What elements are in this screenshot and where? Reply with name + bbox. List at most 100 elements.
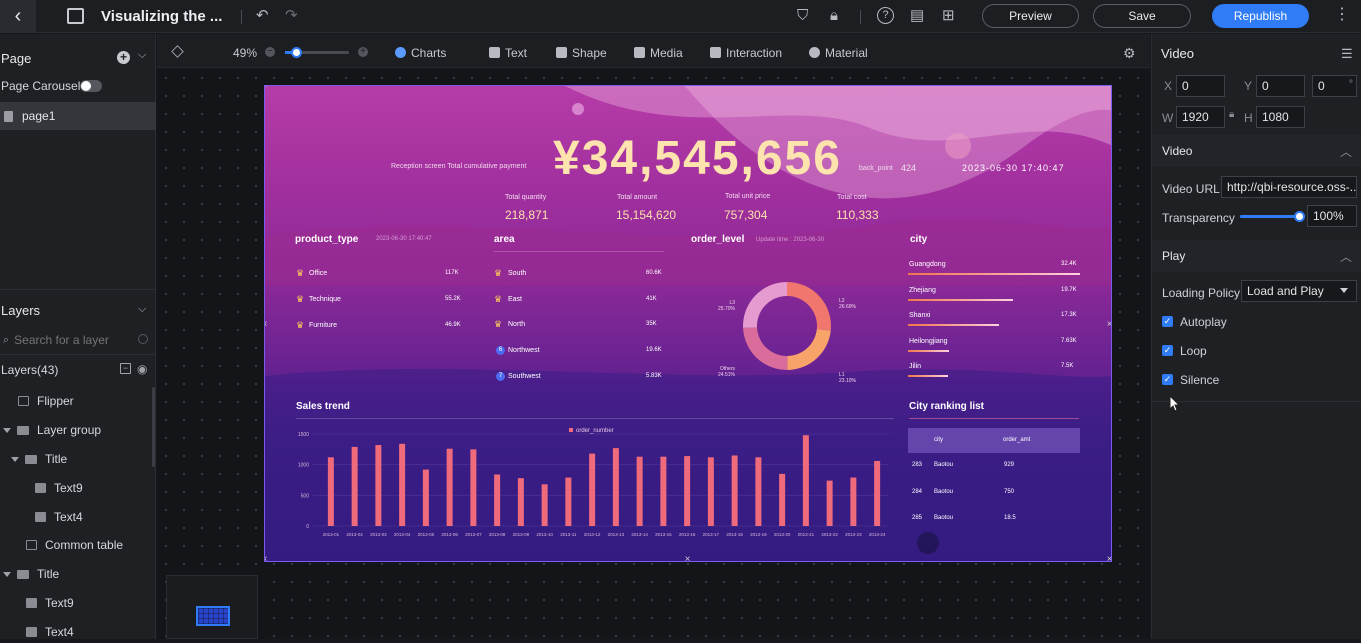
- resize-handle[interactable]: ×: [265, 320, 268, 330]
- transparency-slider-handle[interactable]: [1294, 211, 1305, 222]
- resize-handle[interactable]: ×: [265, 86, 268, 91]
- ranking-amount: 929: [1004, 462, 1015, 468]
- layers-icon[interactable]: [171, 45, 184, 58]
- save-button[interactable]: Save: [1093, 4, 1191, 28]
- layer-item[interactable]: Text9: [0, 477, 152, 499]
- zoom-in-icon[interactable]: +: [358, 47, 368, 57]
- toolbar-label: Interaction: [726, 46, 783, 60]
- resize-handle[interactable]: ×: [1106, 555, 1111, 562]
- layer-group-item[interactable]: Title: [0, 448, 152, 470]
- loading-icon: [138, 334, 148, 344]
- expand-caret-icon[interactable]: [3, 571, 11, 577]
- eye-icon[interactable]: ◉: [137, 362, 147, 376]
- divider: [241, 10, 242, 24]
- x-tick-label: 2013-05: [418, 532, 435, 537]
- loop-checkbox[interactable]: ✓: [1162, 345, 1173, 356]
- transparency-input[interactable]: 100%: [1307, 205, 1357, 227]
- toolbar-media[interactable]: Media: [634, 46, 683, 60]
- zoom-out-icon[interactable]: −: [265, 47, 275, 57]
- help-icon[interactable]: ?: [877, 7, 894, 24]
- bar: [850, 477, 857, 526]
- layer-group-item[interactable]: Layer group: [0, 419, 152, 441]
- page-item-page1[interactable]: page1: [0, 102, 156, 130]
- city-value: 7.5K: [1061, 363, 1074, 369]
- document-settings-icon[interactable]: ▤: [910, 8, 924, 24]
- degree-symbol: °: [1349, 79, 1353, 90]
- city-value: 7.63K: [1061, 337, 1077, 344]
- rotation-input[interactable]: 0 °: [1312, 75, 1357, 97]
- ranking-city: Baotou: [934, 462, 954, 468]
- autoplay-checkbox[interactable]: ✓: [1162, 316, 1173, 327]
- dashboard-video-canvas[interactable]: Reception screen Total cumulative paymen…: [264, 85, 1112, 562]
- layer-item[interactable]: Common table: [0, 534, 152, 556]
- resize-handle[interactable]: ×: [1106, 320, 1111, 330]
- resize-handle[interactable]: ×: [265, 555, 268, 562]
- layer-item[interactable]: Text4: [0, 506, 152, 528]
- panel-title: Video: [1161, 46, 1195, 61]
- x-input[interactable]: 0: [1176, 75, 1225, 97]
- preview-button[interactable]: Preview: [982, 4, 1079, 28]
- video-url-input[interactable]: http://qbi-resource.oss-...: [1221, 176, 1357, 198]
- minimap-viewport[interactable]: [196, 606, 230, 626]
- resize-handle[interactable]: ×: [684, 555, 691, 562]
- loading-policy-select[interactable]: Load and Play: [1241, 280, 1357, 302]
- folder-icon: [25, 454, 37, 464]
- collapse-all-icon[interactable]: −: [120, 363, 131, 374]
- layers-scrollbar[interactable]: [152, 387, 155, 467]
- page-carousel-label: Page Carousel: [1, 79, 81, 93]
- zoom-slider[interactable]: [285, 47, 349, 58]
- chevron-down-icon[interactable]: ⌵: [138, 49, 146, 62]
- layer-item[interactable]: Flipper: [0, 390, 152, 412]
- layer-item[interactable]: Text4: [0, 621, 152, 643]
- chevron-down-icon[interactable]: ⌵: [138, 303, 146, 316]
- y-input[interactable]: 0: [1256, 75, 1305, 97]
- zoom-slider-handle[interactable]: [291, 47, 302, 58]
- toolbar-text[interactable]: Text: [489, 46, 527, 60]
- grid-settings-icon[interactable]: ⊞: [942, 8, 955, 24]
- x-tick-label: 2013-21: [798, 532, 815, 537]
- shield-icon[interactable]: ⛉: [797, 8, 808, 24]
- y-tick-label: 500: [301, 493, 310, 499]
- expand-caret-icon[interactable]: [3, 427, 11, 433]
- city-ranking-title: City ranking list: [909, 401, 985, 412]
- w-input[interactable]: 1920: [1176, 106, 1225, 128]
- lock-icon[interactable]: 🔒︎: [830, 8, 838, 24]
- redo-icon[interactable]: ↷: [285, 8, 298, 24]
- add-page-icon[interactable]: +: [117, 51, 130, 64]
- expand-caret-icon[interactable]: [11, 456, 19, 462]
- x-tick-label: 2013-03: [370, 532, 387, 537]
- toolbar-label: Material: [825, 46, 868, 60]
- order-level-title: order_level: [691, 234, 745, 245]
- silence-checkbox[interactable]: ✓: [1162, 374, 1173, 385]
- back-button[interactable]: ‹: [0, 0, 36, 33]
- more-options-icon[interactable]: ⋮: [1334, 7, 1350, 23]
- toolbar-interaction[interactable]: Interaction: [710, 46, 782, 60]
- panel-menu-icon[interactable]: ☰: [1341, 46, 1353, 62]
- video-section-header[interactable]: Video ︿: [1152, 135, 1361, 167]
- undo-icon[interactable]: ↶: [256, 8, 269, 24]
- play-section-header[interactable]: Play ︿: [1152, 240, 1361, 272]
- divider: [860, 10, 861, 24]
- transparency-slider[interactable]: [1240, 211, 1305, 222]
- resize-handle[interactable]: ×: [684, 86, 691, 91]
- page-carousel-toggle[interactable]: [80, 80, 102, 92]
- kpi-label: Total cost: [837, 194, 867, 201]
- toolbar-shape[interactable]: Shape: [556, 46, 607, 60]
- bar: [565, 477, 572, 526]
- republish-button[interactable]: Republish: [1212, 4, 1309, 28]
- layer-group-item[interactable]: Title: [0, 563, 152, 585]
- search-input[interactable]: [14, 333, 135, 347]
- text-layer-icon: [35, 512, 46, 522]
- chevron-up-icon[interactable]: ︿: [1340, 143, 1352, 160]
- minimap[interactable]: [166, 575, 258, 639]
- toolbar-material[interactable]: Material: [809, 46, 868, 60]
- chevron-up-icon[interactable]: ︿: [1340, 248, 1352, 265]
- aspect-lock-icon[interactable]: 🔒︎: [1229, 109, 1234, 120]
- bar: [470, 449, 477, 526]
- layer-item[interactable]: Text9: [0, 592, 152, 614]
- toolbar-charts[interactable]: Charts: [395, 46, 446, 60]
- resize-handle[interactable]: ×: [1106, 86, 1111, 91]
- layer-search[interactable]: ⌕: [0, 330, 152, 350]
- settings-gear-icon[interactable]: ⚙: [1123, 45, 1136, 62]
- h-input[interactable]: 1080: [1256, 106, 1305, 128]
